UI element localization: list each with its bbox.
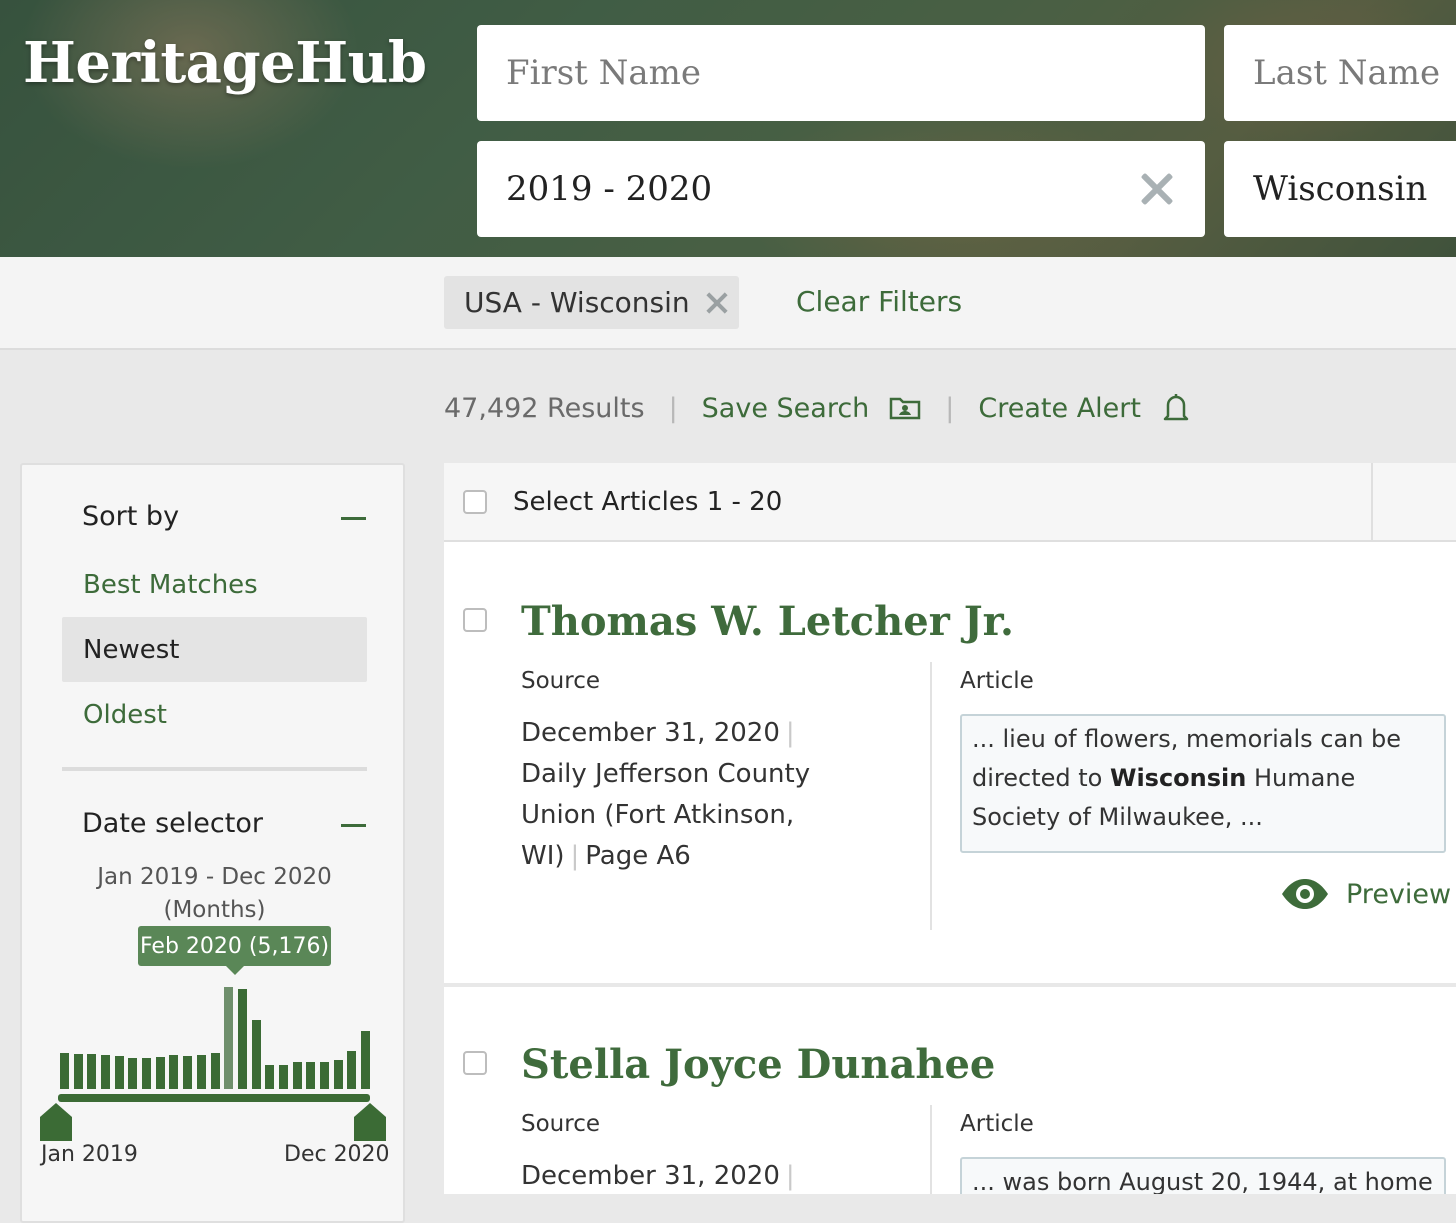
snippet-highlight: Wisconsin (1109, 764, 1247, 792)
histogram-bar[interactable] (87, 1054, 97, 1089)
histogram-bar[interactable] (183, 1056, 193, 1089)
histogram-bar[interactable] (196, 1055, 206, 1089)
histogram-bar[interactable] (292, 1062, 302, 1089)
article-snippet: ... was born August 20, 1944, at home (960, 1157, 1446, 1194)
select-all-checkbox[interactable] (463, 490, 487, 514)
article-snippet: ... lieu of flowers, memorials can be di… (960, 714, 1446, 853)
snippet-text: ... was born August 20, 1944, at home (972, 1168, 1433, 1194)
date-histogram[interactable] (60, 977, 370, 1089)
preview-button[interactable]: Preview (1280, 877, 1451, 911)
folder-icon[interactable] (889, 396, 921, 420)
date-range-line: Jan 2019 - Dec 2020 (97, 864, 332, 890)
range-slider-track[interactable] (58, 1094, 370, 1102)
result-title[interactable]: Thomas W. Letcher Jr. (521, 598, 1014, 645)
histogram-bar[interactable] (278, 1065, 288, 1089)
last-name-input[interactable]: Last Name (1224, 25, 1456, 121)
preview-label: Preview (1346, 878, 1452, 910)
select-articles-bar: Select Articles 1 - 20 (444, 463, 1456, 542)
histogram-bar[interactable] (361, 1031, 370, 1089)
histogram-bar[interactable] (155, 1057, 165, 1089)
histogram-bar[interactable] (60, 1053, 69, 1089)
histogram-bar[interactable] (169, 1055, 179, 1089)
eye-icon (1282, 879, 1328, 909)
histogram-bar[interactable] (73, 1054, 83, 1089)
sidebar-divider (62, 767, 367, 771)
select-articles-label: Select Articles 1 - 20 (513, 487, 783, 517)
histogram-bar[interactable] (306, 1062, 316, 1089)
toolbar-divider (1371, 463, 1373, 542)
article-label: Article (960, 668, 1034, 694)
source-label: Source (521, 1111, 600, 1137)
sort-option-oldest[interactable]: Oldest (62, 682, 367, 747)
pipe-separator: | (785, 718, 795, 748)
article-label: Article (960, 1111, 1034, 1137)
result-title[interactable]: Stella Joyce Dunahee (521, 1041, 995, 1088)
sort-heading: Sort by (82, 501, 180, 532)
clear-filters-link[interactable]: Clear Filters (796, 285, 962, 318)
histogram-bar[interactable] (142, 1058, 152, 1089)
source-date: December 31, 2020 (521, 1161, 780, 1191)
save-search-link[interactable]: Save Search (702, 393, 870, 424)
results-toolbar: 47,492 Results | Save Search | Create Al… (444, 390, 1191, 426)
collapse-date-icon[interactable] (341, 824, 366, 827)
result-checkbox[interactable] (463, 608, 487, 632)
source-date: December 31, 2020 (521, 718, 780, 748)
pipe-separator: | (570, 841, 580, 871)
histogram-bar[interactable] (114, 1056, 124, 1089)
axis-start-label: Jan 2019 (41, 1142, 138, 1167)
sort-option-newest[interactable]: Newest (62, 617, 367, 682)
histogram-bar[interactable] (210, 1053, 220, 1089)
card-divider (930, 662, 932, 930)
range-handle-start[interactable] (40, 1103, 72, 1141)
histogram-bar[interactable] (224, 987, 234, 1089)
source-label: Source (521, 668, 600, 694)
filter-sidebar: Sort by Best Matches Newest Oldest Date … (20, 463, 405, 1223)
date-selector-heading: Date selector (82, 808, 263, 839)
active-filters-bar: USA - Wisconsin Clear Filters (0, 257, 1456, 350)
filter-chip-location[interactable]: USA - Wisconsin (444, 276, 739, 329)
histogram-bar[interactable] (237, 989, 247, 1089)
collapse-sort-icon[interactable] (341, 517, 366, 520)
histogram-bar[interactable] (333, 1060, 343, 1089)
source-details: December 31, 2020 | (521, 1156, 821, 1194)
histogram-bar[interactable] (347, 1051, 357, 1089)
first-name-input[interactable]: First Name (477, 25, 1205, 121)
axis-end-label: Dec 2020 (284, 1142, 390, 1167)
location-field[interactable]: Wisconsin (1224, 141, 1456, 237)
bell-icon[interactable] (1161, 392, 1191, 424)
histogram-bar[interactable] (128, 1058, 138, 1089)
date-range-unit: (Months) (163, 897, 266, 923)
header-banner: HeritageHub First Name Last Name 2019 - … (0, 0, 1456, 257)
result-card: Thomas W. Letcher Jr. Source December 31… (444, 544, 1456, 984)
date-range-label: Jan 2019 - Dec 2020 (Months) (62, 861, 367, 927)
histogram-bar[interactable] (101, 1055, 111, 1089)
results-list: Select Articles 1 - 20 Thomas W. Letcher… (444, 463, 1456, 1194)
date-range-value: 2019 - 2020 (506, 169, 713, 209)
date-range-field[interactable]: 2019 - 2020 (477, 141, 1205, 237)
filter-chip-label: USA - Wisconsin (464, 286, 690, 319)
result-card: Stella Joyce Dunahee Source December 31,… (444, 987, 1456, 1194)
histogram-bar[interactable] (265, 1065, 275, 1089)
results-count: 47,492 Results (444, 392, 645, 424)
source-details: December 31, 2020 | Daily Jefferson Count… (521, 713, 821, 877)
histogram-bar[interactable] (319, 1062, 329, 1089)
card-divider (930, 1105, 932, 1194)
create-alert-link[interactable]: Create Alert (978, 393, 1141, 424)
site-logo[interactable]: HeritageHub (23, 30, 427, 96)
remove-filter-icon[interactable] (706, 292, 728, 314)
range-handle-end[interactable] (354, 1103, 386, 1141)
toolbar-separator: | (945, 392, 955, 424)
histogram-bar[interactable] (251, 1020, 261, 1089)
sort-option-best-matches[interactable]: Best Matches (62, 552, 367, 617)
clear-date-icon[interactable] (1137, 169, 1177, 209)
result-checkbox[interactable] (463, 1051, 487, 1075)
pipe-separator: | (785, 1161, 795, 1191)
source-page: Page A6 (585, 841, 691, 871)
toolbar-separator: | (668, 392, 678, 424)
histogram-tooltip: Feb 2020 (5,176) (138, 926, 331, 975)
